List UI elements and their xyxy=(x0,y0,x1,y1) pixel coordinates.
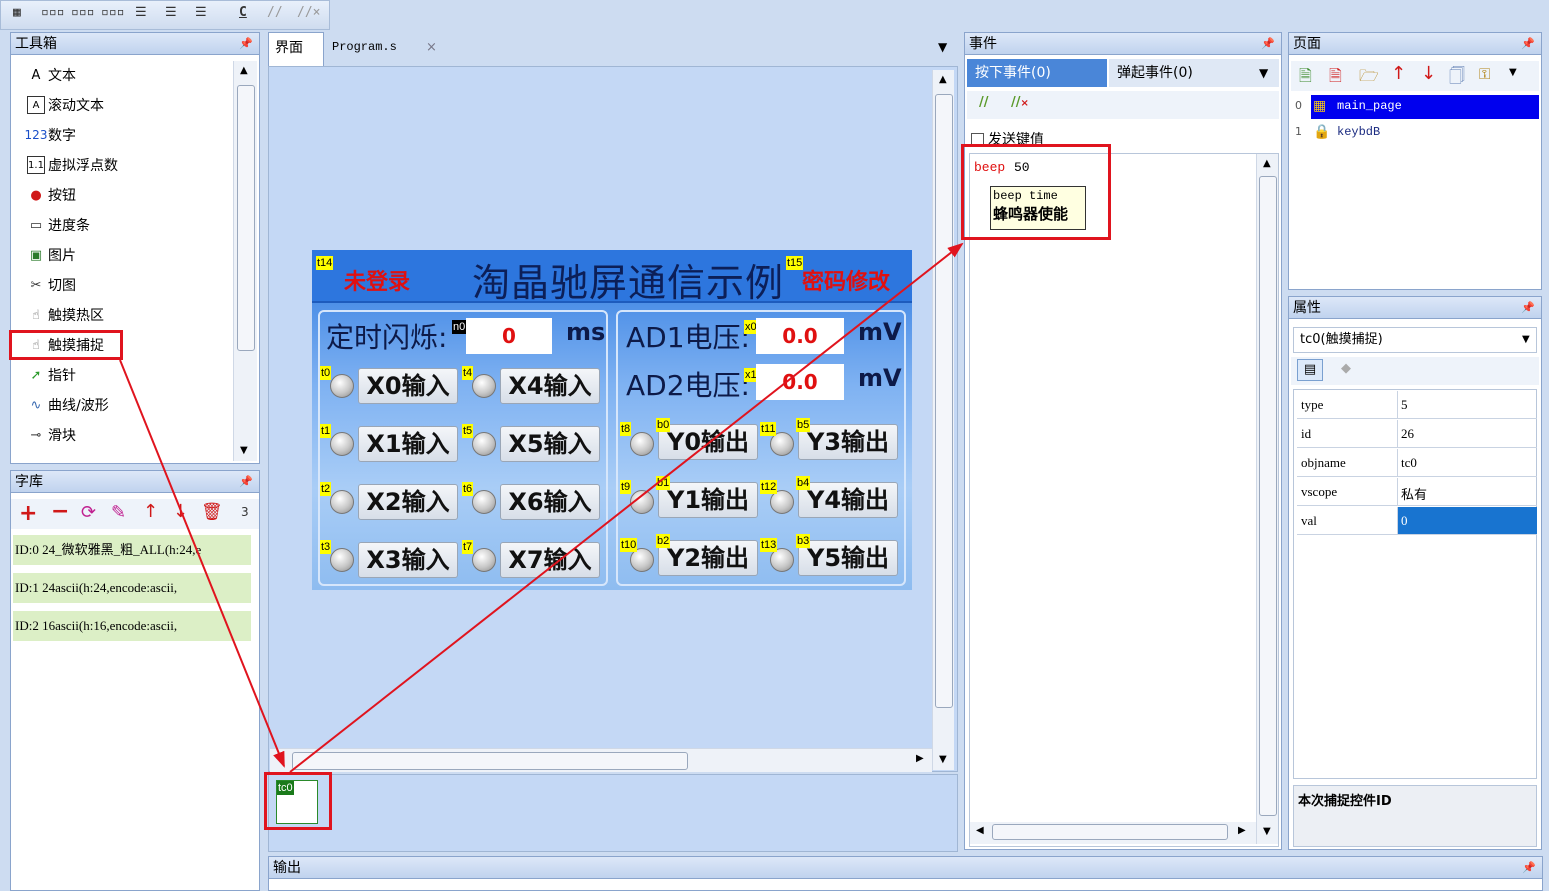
arrow-toolbox-to-tc0 xyxy=(119,359,285,768)
arrow-tc0-to-event xyxy=(289,242,964,773)
annotation-arrows xyxy=(119,242,964,773)
